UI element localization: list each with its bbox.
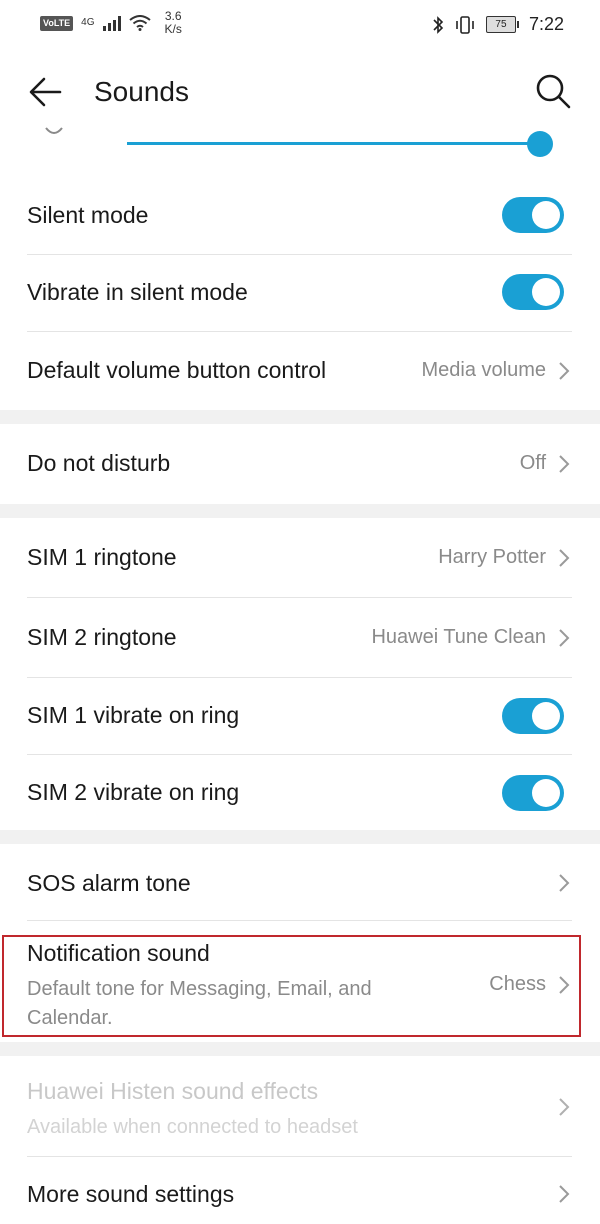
- volume-slider-thumb[interactable]: [527, 131, 553, 157]
- vibrate-silent-toggle[interactable]: [502, 274, 564, 310]
- net-speed: 3.6 K/s: [165, 10, 182, 36]
- sim1-vibrate-label: SIM 1 vibrate on ring: [27, 702, 240, 728]
- histen-label: Huawei Histen sound effects: [27, 1078, 319, 1104]
- battery-icon: 75: [485, 16, 519, 33]
- volume-slider-track[interactable]: [127, 142, 540, 145]
- histen-subtitle: Available when connected to headset: [27, 1116, 358, 1138]
- bluetooth-icon: [433, 15, 444, 34]
- row-default-volume[interactable]: Default volume button control Media volu…: [0, 332, 600, 410]
- wifi-icon: [128, 15, 151, 31]
- row-silent-mode[interactable]: Silent mode: [0, 178, 600, 254]
- volte-badge: VoLTE: [40, 15, 74, 31]
- row-more-sound-settings[interactable]: More sound settings: [0, 1157, 600, 1224]
- row-vibrate-silent[interactable]: Vibrate in silent mode: [0, 255, 600, 331]
- status-right: 75 7:22: [432, 14, 564, 35]
- default-volume-label: Default volume button control: [27, 357, 327, 383]
- row-sim2-ringtone[interactable]: SIM 2 ringtone Huawei Tune Clean: [0, 598, 600, 677]
- dnd-label: Do not disturb: [27, 450, 171, 476]
- chevron-right-icon: [559, 874, 570, 892]
- silent-mode-toggle[interactable]: [502, 197, 564, 233]
- sim2-ringtone-label: SIM 2 ringtone: [27, 624, 177, 650]
- chevron-right-icon: [559, 1098, 570, 1116]
- dnd-value: Off: [519, 452, 546, 474]
- signal-icon: [102, 15, 121, 31]
- row-sim1-vibrate[interactable]: SIM 1 vibrate on ring: [0, 678, 600, 754]
- chevron-right-icon: [559, 629, 570, 647]
- network-type: 4G: [81, 17, 95, 28]
- row-huawei-histen: Huawei Histen sound effects Available wh…: [0, 1056, 600, 1156]
- silent-mode-label: Silent mode: [27, 202, 149, 228]
- sim2-vibrate-label: SIM 2 vibrate on ring: [27, 779, 240, 805]
- more-sound-settings-label: More sound settings: [27, 1181, 235, 1207]
- volume-icon: [45, 127, 63, 134]
- row-do-not-disturb[interactable]: Do not disturb Off: [0, 424, 600, 504]
- vibrate-silent-label: Vibrate in silent mode: [27, 279, 248, 305]
- chevron-right-icon: [559, 455, 570, 473]
- battery-level: 75: [485, 16, 516, 33]
- row-sos-alarm[interactable]: SOS alarm tone: [0, 844, 600, 920]
- chevron-right-icon: [559, 1185, 570, 1203]
- row-sim2-vibrate[interactable]: SIM 2 vibrate on ring: [0, 755, 600, 830]
- sim1-ringtone-value: Harry Potter: [438, 546, 546, 568]
- sim1-vibrate-toggle[interactable]: [502, 698, 564, 734]
- vibrate-icon: [456, 15, 474, 34]
- net-speed-unit: K/s: [164, 22, 182, 36]
- search-icon[interactable]: [534, 72, 572, 110]
- sim2-ringtone-value: Huawei Tune Clean: [371, 626, 546, 648]
- back-arrow-icon[interactable]: [28, 74, 64, 110]
- page-title: Sounds: [94, 76, 189, 107]
- app-bar: Sounds: [0, 52, 600, 132]
- default-volume-value: Media volume: [421, 359, 546, 381]
- status-left: VoLTE 4G 3.6 K/s: [40, 10, 182, 36]
- chevron-right-icon: [559, 362, 570, 380]
- status-bar: VoLTE 4G 3.6 K/s 75 7:22: [0, 0, 600, 52]
- chevron-right-icon: [559, 549, 570, 567]
- sim1-ringtone-label: SIM 1 ringtone: [27, 544, 177, 570]
- sos-alarm-label: SOS alarm tone: [27, 870, 191, 896]
- clock: 7:22: [528, 14, 564, 34]
- row-sim1-ringtone[interactable]: SIM 1 ringtone Harry Potter: [0, 518, 600, 597]
- highlight-box: [2, 935, 581, 1037]
- sim2-vibrate-toggle[interactable]: [502, 775, 564, 811]
